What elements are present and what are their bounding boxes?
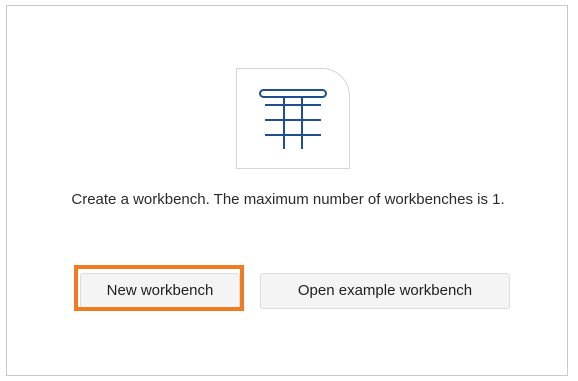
- empty-state-message: Create a workbench. The maximum number o…: [71, 191, 505, 208]
- workbench-empty-panel: Create a workbench. The maximum number o…: [6, 5, 568, 376]
- table-grid-icon: [259, 89, 327, 149]
- workbench-illustration: [236, 68, 350, 169]
- new-workbench-button[interactable]: New workbench: [80, 273, 240, 309]
- open-example-workbench-button[interactable]: Open example workbench: [260, 273, 510, 309]
